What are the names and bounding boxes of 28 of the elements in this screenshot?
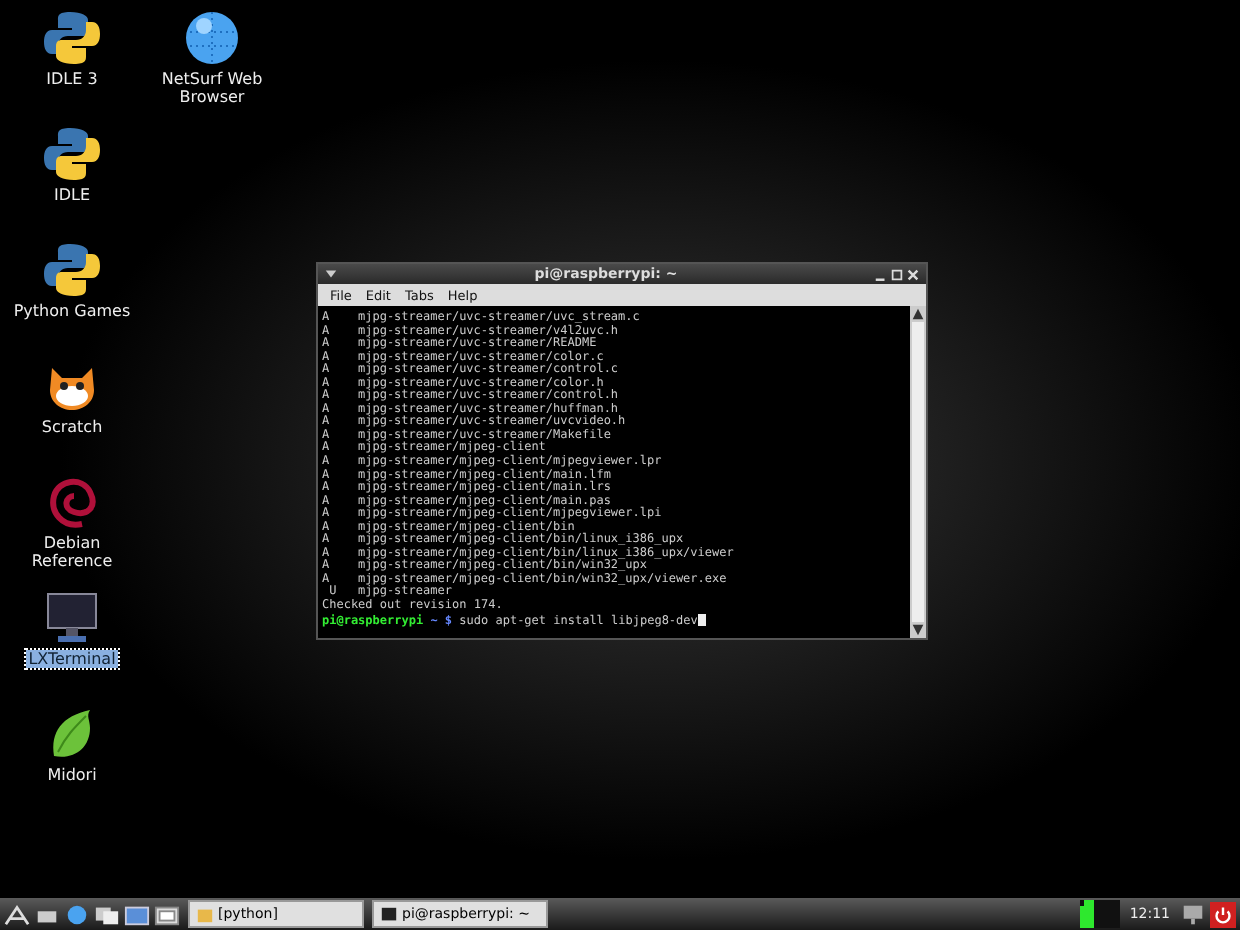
window-menu-icon[interactable] [324, 268, 338, 280]
icon-label[interactable]: Debian Reference [0, 534, 144, 570]
window-icon[interactable] [154, 901, 180, 927]
maximize-icon[interactable] [890, 267, 904, 281]
menu-icon[interactable] [4, 901, 30, 927]
folder-icon [196, 905, 214, 923]
icon-label[interactable]: IDLE [51, 186, 93, 204]
scrollbar[interactable] [910, 306, 926, 638]
monitor-icon[interactable] [42, 588, 102, 648]
python-logo-icon[interactable] [42, 240, 102, 300]
icon-label[interactable]: LXTerminal [26, 650, 118, 668]
icon-label[interactable]: IDLE 3 [44, 70, 100, 88]
globe-icon[interactable] [64, 901, 90, 927]
icon-label[interactable]: Python Games [11, 302, 133, 320]
close-icon[interactable] [906, 267, 920, 281]
python-logo-icon[interactable] [42, 8, 102, 68]
desktop-icon[interactable] [124, 901, 150, 927]
globe-icon[interactable] [182, 8, 242, 68]
network-icon[interactable] [1180, 901, 1206, 927]
monitor-icon [380, 905, 398, 923]
icon-label[interactable]: NetSurf Web Browser [144, 70, 280, 106]
scroll-down-icon[interactable] [910, 622, 926, 638]
cpu-graph-icon[interactable] [1079, 900, 1120, 928]
icon-label[interactable]: Scratch [39, 418, 105, 436]
text-cursor [697, 613, 706, 626]
power-icon[interactable] [1210, 901, 1236, 927]
python-logo-icon[interactable] [42, 124, 102, 184]
icon-label[interactable]: Midori [45, 766, 99, 784]
